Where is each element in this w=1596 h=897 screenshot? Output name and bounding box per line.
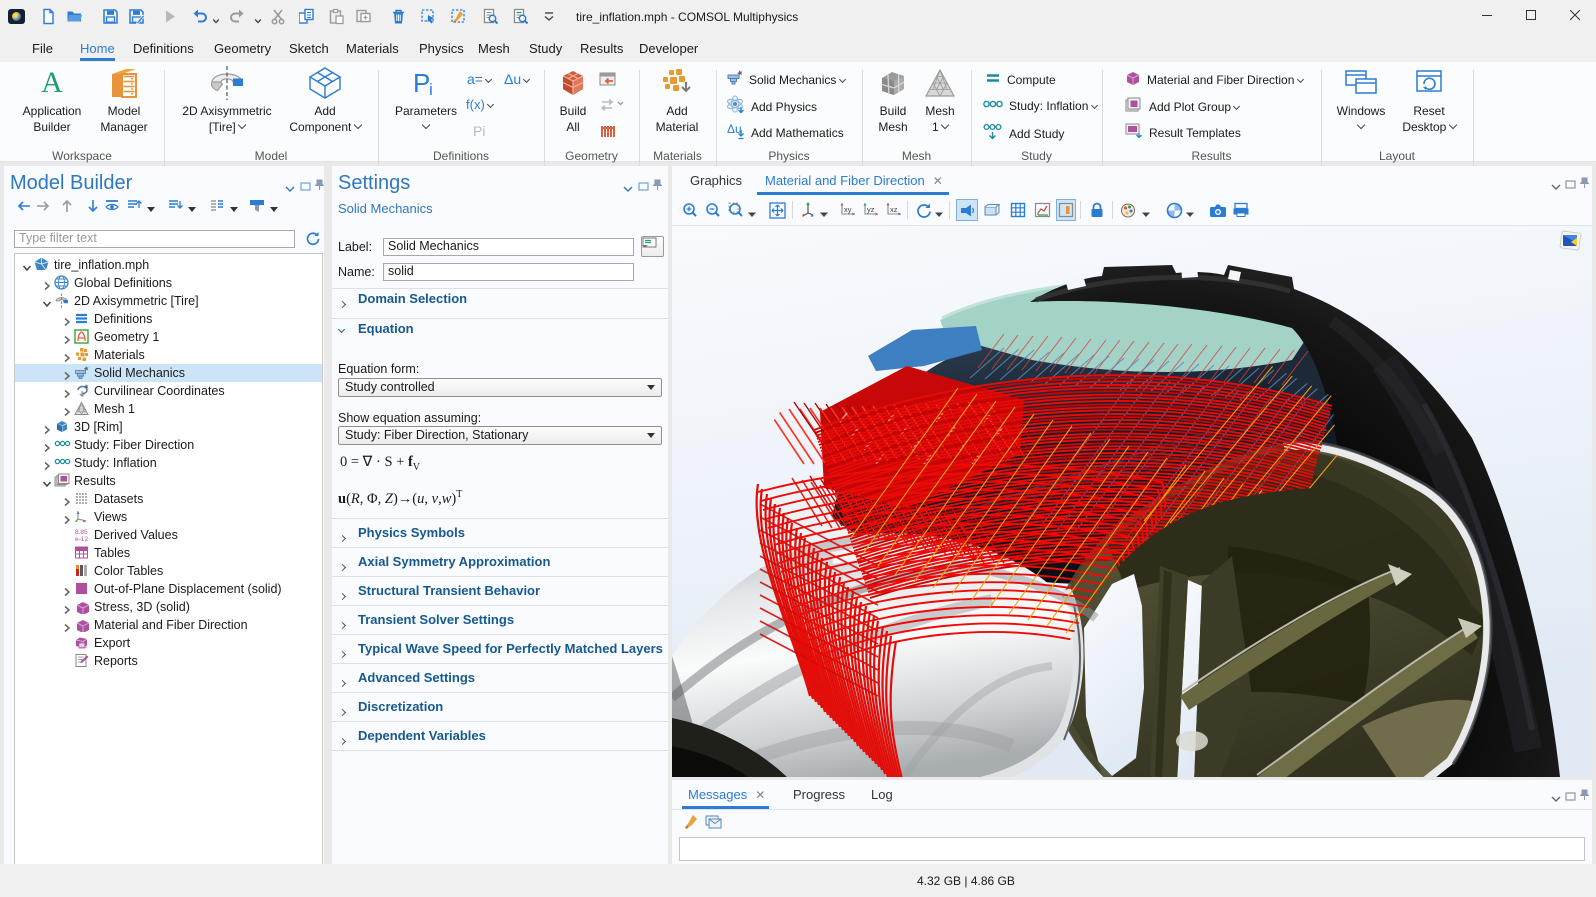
- svg-text:yz: yz: [867, 205, 875, 214]
- svg-text:P: P: [413, 68, 430, 98]
- svg-text:123: 123: [80, 643, 88, 648]
- svg-text:e-12: e-12: [75, 536, 88, 542]
- svg-text:i: i: [429, 80, 433, 98]
- svg-text:A: A: [41, 66, 63, 99]
- svg-text:xz: xz: [890, 205, 898, 214]
- svg-text:xy: xy: [844, 205, 852, 214]
- svg-text:8.85: 8.85: [75, 529, 88, 536]
